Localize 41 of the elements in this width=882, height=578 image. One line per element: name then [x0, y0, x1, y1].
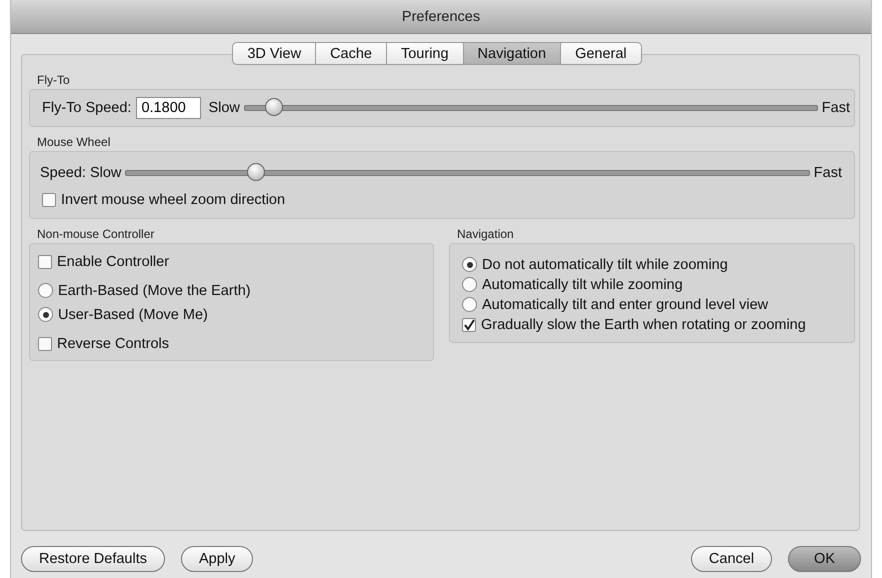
checkbox[interactable] [42, 192, 56, 206]
option-label: Reverse Controls [57, 336, 170, 352]
radio-button[interactable] [462, 277, 477, 292]
button[interactable]: OK [788, 546, 861, 572]
option-label: Earth-Based (Move the Earth) [58, 282, 251, 298]
group-title: Fly-To [37, 73, 70, 87]
slider-label: Slow [90, 165, 122, 181]
tab[interactable]: 3D View [232, 42, 316, 65]
option-label: Gradually slow the Earth when rotating or zooming [481, 316, 806, 332]
window-title: Preferences [402, 8, 480, 24]
radio-button[interactable] [462, 257, 477, 272]
radio-button[interactable] [38, 283, 53, 298]
tab[interactable]: Navigation [464, 42, 562, 65]
option-label: Do not automatically tilt while zooming [482, 256, 728, 272]
slider-label: Fast [814, 165, 842, 181]
tab[interactable]: Cache [316, 42, 387, 65]
speed-field[interactable]: 0.1800 [136, 97, 202, 119]
option-label: Automatically tilt and enter ground level view [482, 296, 768, 312]
tab[interactable]: Touring [386, 42, 464, 65]
group-title: Navigation [457, 227, 515, 241]
slider-label: Slow [208, 100, 240, 116]
option-label: User-Based (Move Me) [58, 306, 208, 322]
slider-label: Fast [822, 100, 850, 116]
checkbox[interactable] [462, 318, 476, 332]
option-label: Automatically tilt while zooming [482, 276, 683, 292]
radio-button[interactable] [462, 297, 477, 312]
option-label: Invert mouse wheel zoom direction [61, 192, 286, 208]
button[interactable]: Restore Defaults [21, 546, 165, 572]
button[interactable]: Apply [181, 546, 254, 572]
radio-button[interactable] [38, 307, 53, 322]
button[interactable]: Cancel [690, 546, 772, 572]
group-title: Mouse Wheel [37, 135, 110, 149]
slider-thumb[interactable] [264, 98, 282, 116]
field-label: Speed: [40, 165, 86, 181]
checkbox[interactable] [38, 254, 52, 268]
tab[interactable]: General [561, 42, 642, 65]
slider-thumb[interactable] [247, 163, 266, 181]
field-label: Fly-To Speed: [42, 100, 132, 116]
checkbox[interactable] [38, 336, 52, 350]
group-title: Non-mouse Controller [37, 227, 156, 241]
option-label: Enable Controller [57, 254, 170, 270]
